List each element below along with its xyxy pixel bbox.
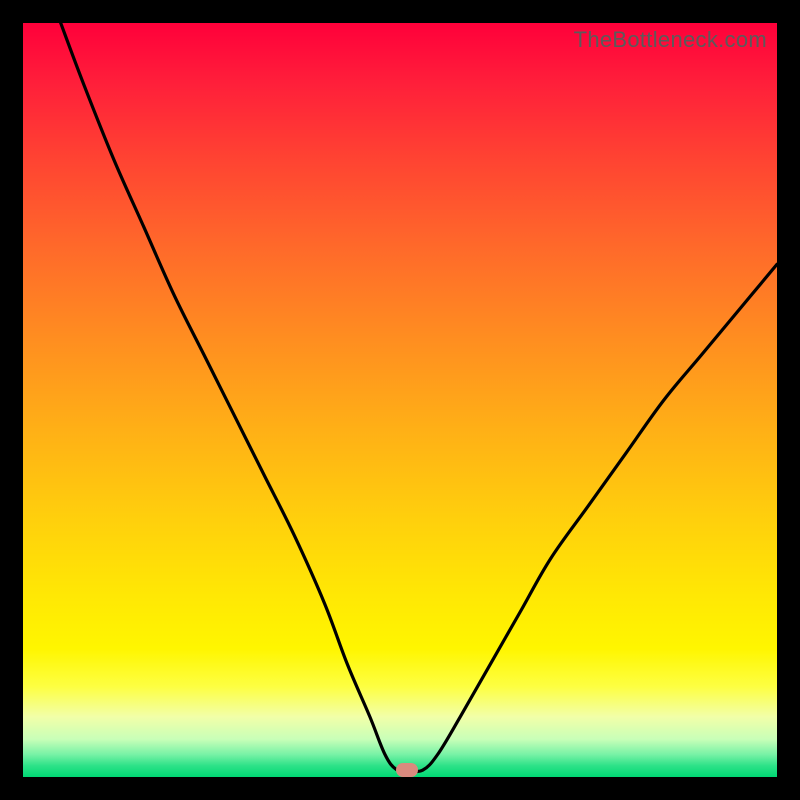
watermark-text: TheBottleneck.com	[574, 27, 767, 53]
chart-stage: TheBottleneck.com	[0, 0, 800, 800]
plot-area: TheBottleneck.com	[23, 23, 777, 777]
bottleneck-curve	[23, 23, 777, 777]
optimal-point-marker	[396, 763, 418, 777]
